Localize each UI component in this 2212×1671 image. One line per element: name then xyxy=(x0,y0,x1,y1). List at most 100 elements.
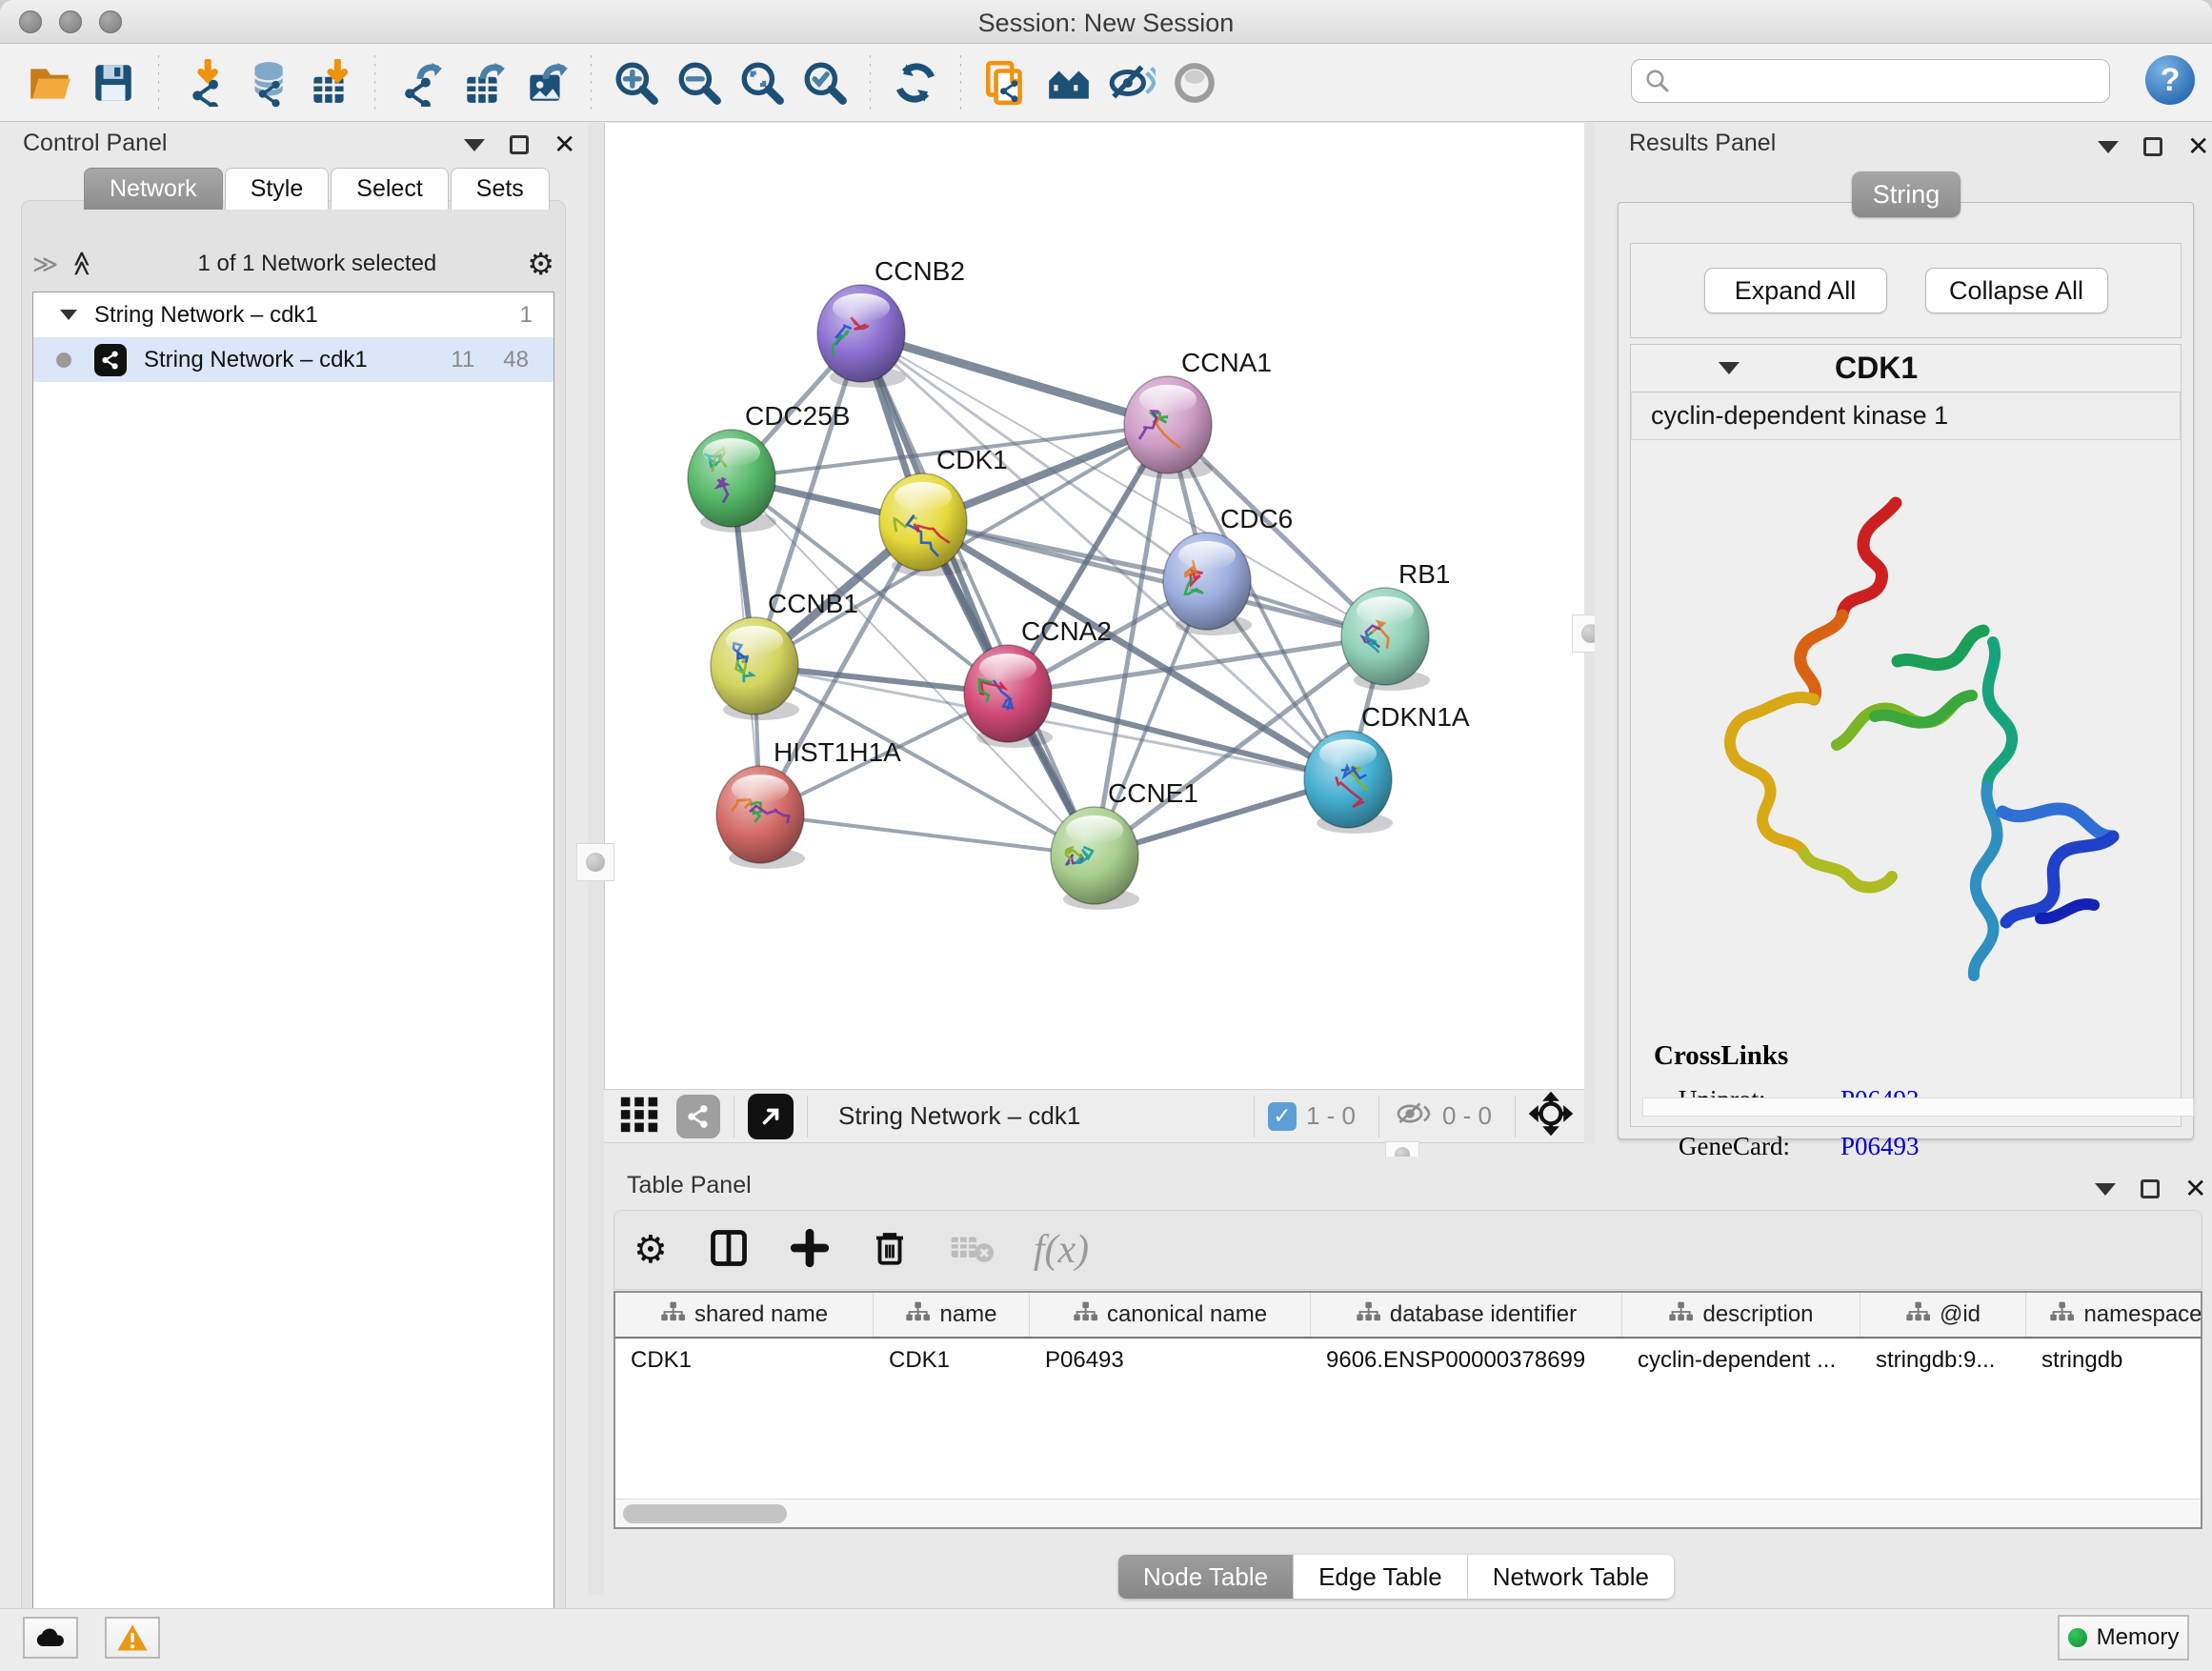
expand-all-icon[interactable]: ≫ xyxy=(67,252,96,275)
duplicate-network-icon xyxy=(982,59,1030,107)
show-columns-icon[interactable] xyxy=(708,1227,750,1274)
column-header-shared-name[interactable]: shared name xyxy=(615,1293,874,1337)
column-header-@id[interactable]: @id xyxy=(1860,1293,2026,1337)
export-image-button[interactable] xyxy=(514,51,577,114)
hide-graphics-button[interactable] xyxy=(1100,51,1163,114)
panel-menu-icon[interactable] xyxy=(464,139,485,151)
table-settings-gear-icon[interactable]: ⚙ xyxy=(633,1228,668,1272)
table-hscrollbar[interactable] xyxy=(615,1499,2201,1527)
edge-CDK1-RB1[interactable] xyxy=(923,522,1385,636)
export-table-button[interactable] xyxy=(452,51,514,114)
tab-sets[interactable]: Sets xyxy=(451,168,550,210)
pan-crosshair-icon[interactable] xyxy=(1529,1092,1573,1140)
network-options-gear-icon[interactable]: ⚙ xyxy=(527,246,554,282)
column-hierarchy-icon xyxy=(2049,1301,2074,1329)
node-table[interactable]: shared namenamecanonical namedatabase id… xyxy=(613,1291,2202,1529)
node-HIST1H1A[interactable]: HIST1H1A xyxy=(716,737,901,869)
search-box[interactable] xyxy=(1631,59,2110,103)
cloud-button[interactable] xyxy=(23,1617,78,1659)
collapse-all-icon[interactable]: ≫ xyxy=(32,250,56,279)
left-splitter-grip[interactable] xyxy=(576,843,614,881)
table-row[interactable]: CDK1CDK1P064939606.ENSP00000378699cyclin… xyxy=(615,1339,2201,1382)
edge-CCNB2-CCNE1[interactable] xyxy=(861,333,1095,856)
collection-expand-icon[interactable] xyxy=(60,310,77,320)
node-CDC6[interactable]: CDC6 xyxy=(1163,504,1293,635)
import-database-button[interactable] xyxy=(235,51,298,114)
expand-all-button[interactable]: Expand All xyxy=(1704,268,1887,313)
table-cell[interactable]: 9606.ENSP00000378699 xyxy=(1311,1339,1622,1382)
table-cell[interactable]: stringdb xyxy=(2026,1339,2202,1382)
column-header-canonical-name[interactable]: canonical name xyxy=(1030,1293,1311,1337)
birdseye-grid-icon[interactable] xyxy=(617,1092,661,1140)
help-button[interactable]: ? xyxy=(2145,55,2195,105)
table-cell[interactable]: P06493 xyxy=(1030,1339,1311,1382)
refresh-button[interactable] xyxy=(884,51,947,114)
float-panel-icon[interactable] xyxy=(2143,137,2162,156)
import-network-button[interactable] xyxy=(172,51,235,114)
import-table-button[interactable] xyxy=(298,51,361,114)
node-CCNA1[interactable]: CCNA1 xyxy=(1124,348,1272,479)
zoom-selected-button[interactable] xyxy=(794,51,856,114)
zoom-in-button[interactable] xyxy=(605,51,668,114)
hide-graphics-icon xyxy=(1108,59,1156,107)
table-cell[interactable]: CDK1 xyxy=(615,1339,874,1382)
edge-CCNB2-CCNA1[interactable] xyxy=(861,333,1168,425)
open-session-button[interactable] xyxy=(19,51,82,114)
column-header-database-identifier[interactable]: database identifier xyxy=(1311,1293,1622,1337)
close-panel-icon[interactable]: ✕ xyxy=(553,135,575,154)
entry-collapse-icon[interactable] xyxy=(1719,362,1739,374)
node-CDKN1A[interactable]: CDKN1A xyxy=(1304,702,1470,834)
node-RB1[interactable]: RB1 xyxy=(1341,559,1450,691)
table-cell[interactable]: cyclin-dependent ... xyxy=(1622,1339,1860,1382)
tab-network-table[interactable]: Network Table xyxy=(1468,1555,1674,1599)
float-panel-icon[interactable] xyxy=(2141,1179,2160,1198)
entry-scrollbar[interactable] xyxy=(1642,1097,2194,1117)
edge-HIST1H1A-CCNE1[interactable] xyxy=(760,815,1095,856)
delete-column-trash-icon[interactable] xyxy=(870,1228,910,1273)
table-hscroll-thumb[interactable] xyxy=(623,1504,787,1523)
warnings-button[interactable] xyxy=(105,1617,160,1659)
collapse-all-button[interactable]: Collapse All xyxy=(1925,268,2108,313)
float-panel-icon[interactable] xyxy=(510,135,529,154)
table-cell[interactable]: stringdb:9... xyxy=(1860,1339,2026,1382)
string-share-icon[interactable] xyxy=(676,1095,720,1138)
search-input[interactable] xyxy=(1672,68,2091,94)
tab-network[interactable]: Network xyxy=(84,168,223,210)
node-CCNB1[interactable]: CCNB1 xyxy=(711,589,858,720)
node-CCNE1[interactable]: CCNE1 xyxy=(1051,778,1198,910)
string-home-button[interactable] xyxy=(1037,51,1100,114)
zoom-out-button[interactable] xyxy=(668,51,731,114)
network-canvas[interactable]: CCNB2CCNA1CDC25BCDK1CDC6RB1CCNB1CCNA2HIS… xyxy=(604,123,1584,1089)
export-network-button[interactable] xyxy=(389,51,452,114)
zoom-fit-button[interactable] xyxy=(731,51,794,114)
node-label-CCNA2: CCNA2 xyxy=(1021,616,1112,646)
network-collection-row[interactable]: String Network – cdk1 1 xyxy=(33,292,553,337)
table-cell[interactable]: CDK1 xyxy=(874,1339,1030,1382)
tab-string[interactable]: String xyxy=(1852,171,1961,217)
column-header-namespace[interactable]: namespace xyxy=(2026,1293,2202,1337)
panel-menu-icon[interactable] xyxy=(2095,1183,2116,1196)
inactive-orb-icon xyxy=(1171,59,1218,107)
column-header-description[interactable]: description xyxy=(1622,1293,1860,1337)
column-header-name[interactable]: name xyxy=(874,1293,1030,1337)
duplicate-network-button[interactable] xyxy=(975,51,1037,114)
tab-style[interactable]: Style xyxy=(225,168,330,210)
save-session-button[interactable] xyxy=(82,51,145,114)
memory-button[interactable]: Memory xyxy=(2058,1615,2189,1661)
hidden-eye-icon[interactable] xyxy=(1393,1097,1433,1135)
inactive-orb-button[interactable] xyxy=(1163,51,1226,114)
node-CCNB2[interactable]: CCNB2 xyxy=(817,256,965,388)
close-panel-icon[interactable]: ✕ xyxy=(2187,137,2209,156)
create-column-icon[interactable] xyxy=(790,1228,830,1273)
node-CDK1[interactable]: CDK1 xyxy=(879,445,1008,576)
tab-node-table[interactable]: Node Table xyxy=(1118,1555,1294,1599)
tab-select[interactable]: Select xyxy=(331,168,448,210)
selected-nodes-checkbox[interactable]: ✓ xyxy=(1268,1102,1297,1131)
export-view-icon[interactable] xyxy=(748,1094,794,1139)
tab-edge-table[interactable]: Edge Table xyxy=(1294,1555,1468,1599)
panel-menu-icon[interactable] xyxy=(2098,141,2119,153)
node-label-RB1: RB1 xyxy=(1398,559,1450,589)
network-row-selected[interactable]: String Network – cdk1 11 48 xyxy=(33,337,553,382)
entry-header[interactable]: CDK1 xyxy=(1631,345,2181,393)
close-panel-icon[interactable]: ✕ xyxy=(2184,1179,2206,1198)
